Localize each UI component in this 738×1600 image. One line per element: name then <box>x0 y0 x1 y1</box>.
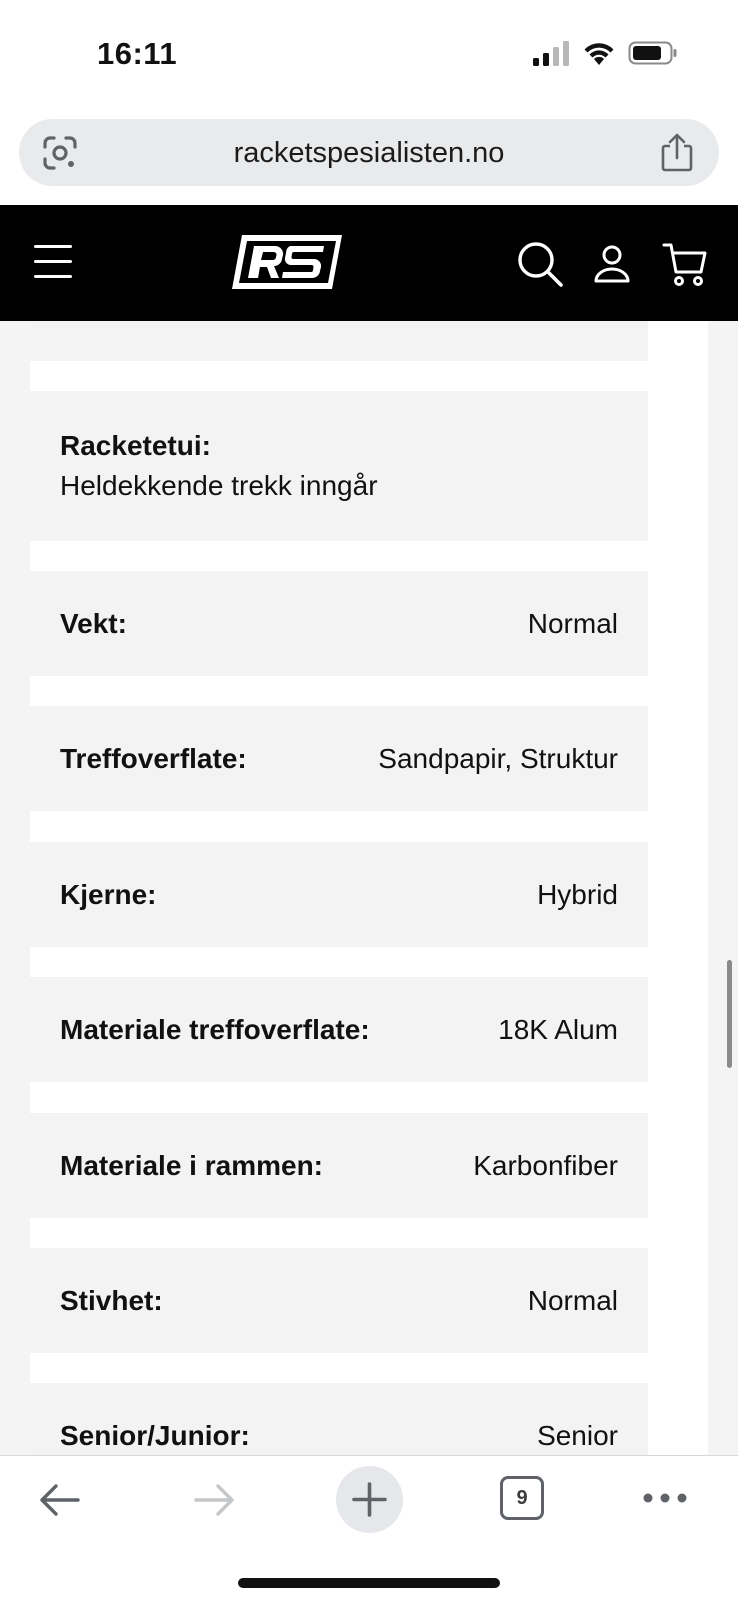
home-indicator <box>238 1578 500 1588</box>
plus-icon <box>352 1482 387 1517</box>
cart-icon[interactable] <box>662 241 708 287</box>
status-icons <box>532 40 678 66</box>
spec-label: Materiale treffoverflate: <box>60 1013 370 1045</box>
spec-value: Normal <box>527 1284 618 1316</box>
account-icon[interactable] <box>593 243 631 285</box>
spec-value: Normal <box>527 607 618 639</box>
url-text[interactable]: racketspesialisten.no <box>19 137 719 170</box>
tabs-button[interactable]: 9 <box>500 1476 544 1520</box>
spec-value: Karbonfiber <box>473 1149 618 1181</box>
wifi-icon <box>584 43 614 65</box>
spec-row-racketetui: Racketetui: Heldekkende trekk inngår <box>30 391 648 541</box>
spec-value: Senior <box>537 1419 618 1451</box>
spec-label: Senior/Junior: <box>60 1419 250 1451</box>
spec-row-materiale-treffoverflate: Materiale treffoverflate: 18K Alum <box>30 977 648 1082</box>
logo-graphic <box>232 235 342 289</box>
site-logo[interactable] <box>230 233 344 291</box>
spec-row <box>30 321 648 361</box>
spec-value: 18K Alum <box>498 1013 618 1045</box>
spec-label: Kjerne: <box>60 878 157 910</box>
spec-row-treffoverflate: Treffoverflate: Sandpapir, Struktur <box>30 706 648 811</box>
forward-arrow-icon[interactable] <box>190 1476 238 1524</box>
search-icon[interactable] <box>516 240 564 288</box>
menu-icon[interactable] <box>34 245 72 279</box>
cellular-signal-icon <box>533 41 569 66</box>
share-icon[interactable] <box>659 132 695 172</box>
spec-label: Stivhet: <box>60 1284 163 1316</box>
status-bar: 16:11 <box>0 0 738 108</box>
spec-label: Materiale i rammen: <box>60 1149 323 1181</box>
status-time: 16:11 <box>97 36 178 71</box>
battery-icon <box>628 41 677 65</box>
back-arrow-icon[interactable] <box>36 1476 84 1524</box>
url-bar[interactable]: racketspesialisten.no <box>19 119 719 186</box>
spec-row-senior-junior: Senior/Junior: Senior <box>30 1383 648 1455</box>
product-specs-area: Racketetui: Heldekkende trekk inngår Vek… <box>0 321 738 1455</box>
site-header <box>0 205 738 321</box>
spec-label: Racketetui: <box>60 430 211 461</box>
spec-row-materiale-rammen: Materiale i rammen: Karbonfiber <box>30 1113 648 1218</box>
spec-value: Hybrid <box>537 878 618 910</box>
browser-toolbar: 9 <box>0 1455 738 1600</box>
spec-value: Heldekkende trekk inngår <box>60 470 378 501</box>
spec-row-kjerne: Kjerne: Hybrid <box>30 842 648 947</box>
spec-label: Vekt: <box>60 607 127 639</box>
spec-value: Sandpapir, Struktur <box>378 742 618 774</box>
more-icon[interactable] <box>642 1492 688 1504</box>
scrollbar[interactable] <box>727 960 732 1068</box>
spec-label: Treffoverflate: <box>60 742 247 774</box>
spec-row-vekt: Vekt: Normal <box>30 571 648 676</box>
spec-row-stivhet: Stivhet: Normal <box>30 1248 648 1353</box>
new-tab-button[interactable] <box>336 1466 403 1533</box>
